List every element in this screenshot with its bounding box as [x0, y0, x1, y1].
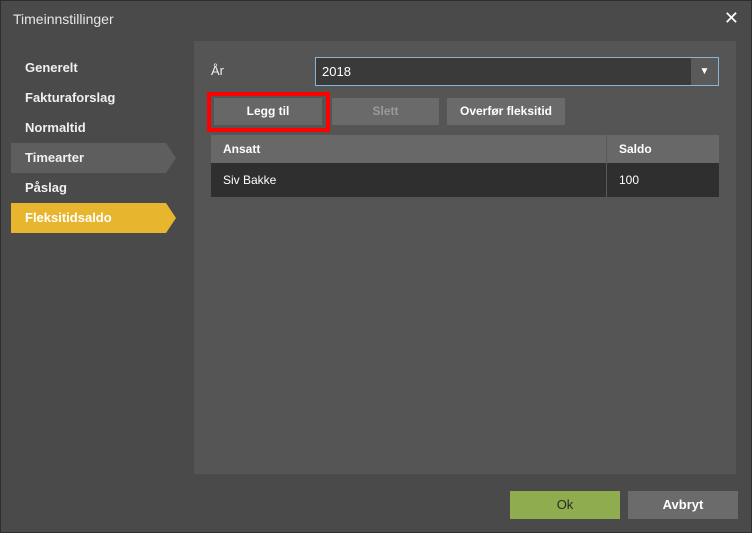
- cell-ansatt: Siv Bakke: [211, 163, 607, 197]
- title-bar: Timeinnstillinger ✕: [1, 1, 751, 37]
- transfer-flextime-button[interactable]: Overfør fleksitid: [447, 98, 565, 125]
- sidebar-item-fleksitidsaldo[interactable]: Fleksitidsaldo: [11, 203, 176, 233]
- sidebar-item-label: Fakturaforslag: [25, 90, 116, 105]
- close-icon[interactable]: ✕: [724, 9, 739, 27]
- ok-button[interactable]: Ok: [510, 491, 620, 519]
- year-label: År: [211, 63, 224, 78]
- sidebar-item-label: Normaltid: [25, 120, 86, 135]
- column-header-saldo[interactable]: Saldo: [607, 135, 719, 163]
- sidebar-item-label: Påslag: [25, 180, 67, 195]
- sidebar-item-label: Timearter: [25, 150, 85, 165]
- sidebar-item-paslag[interactable]: Påslag: [11, 173, 166, 203]
- sidebar-nav: Generelt Fakturaforslag Normaltid Timear…: [11, 53, 179, 233]
- cell-saldo: 100: [619, 173, 640, 187]
- table-header: Ansatt Saldo: [211, 135, 719, 163]
- cancel-button[interactable]: Avbryt: [628, 491, 738, 519]
- flextime-table: Ansatt Saldo Siv Bakke 100: [211, 135, 719, 197]
- add-button[interactable]: Legg til: [214, 98, 322, 125]
- year-select-value: 2018: [322, 64, 351, 79]
- settings-dialog: Timeinnstillinger ✕ Generelt Fakturafors…: [0, 0, 752, 533]
- sidebar-item-timearter[interactable]: Timearter: [11, 143, 176, 173]
- sidebar-item-label: Generelt: [25, 60, 78, 75]
- dialog-title: Timeinnstillinger: [13, 11, 114, 27]
- sidebar-item-normaltid[interactable]: Normaltid: [11, 113, 166, 143]
- chevron-down-icon[interactable]: ▼: [691, 58, 718, 85]
- sidebar-item-fakturaforslag[interactable]: Fakturaforslag: [11, 83, 166, 113]
- content-panel: År 2018 ▼ Legg til Slett Overfør fleksit…: [194, 41, 736, 474]
- column-header-ansatt[interactable]: Ansatt: [211, 135, 607, 163]
- delete-button[interactable]: Slett: [332, 98, 439, 125]
- year-select[interactable]: 2018 ▼: [315, 57, 719, 86]
- sidebar-item-generelt[interactable]: Generelt: [11, 53, 166, 83]
- sidebar-item-label: Fleksitidsaldo: [25, 210, 112, 225]
- table-row[interactable]: Siv Bakke 100: [211, 163, 719, 197]
